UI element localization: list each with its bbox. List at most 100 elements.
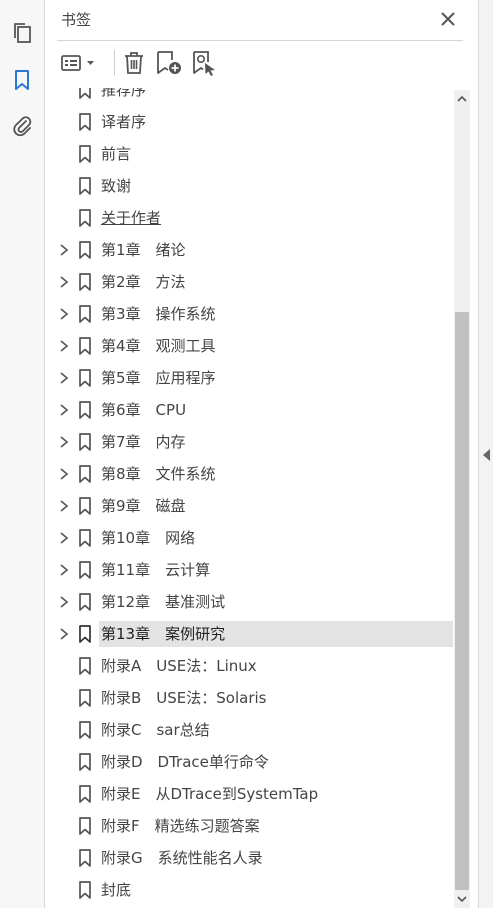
bookmark-row[interactable]: 附录A USE法：Linux	[45, 652, 454, 680]
bookmark-list: 推荐序译者序前言致谢关于作者第1章 绪论 第2章 方法第3章 操作系统 第4章 观测…	[45, 88, 454, 908]
bookmark-icon	[15, 70, 29, 90]
bookmark-row[interactable]: 第4章 观测工具	[45, 332, 454, 360]
attachments-button[interactable]	[8, 112, 36, 140]
bookmark-row[interactable]: 封底	[45, 876, 454, 904]
vertical-scrollbar[interactable]	[454, 90, 470, 908]
bookmark-label: 前言	[101, 145, 132, 163]
find-bookmark-icon	[193, 51, 215, 76]
bookmark-label: 第3章 操作系统	[101, 305, 216, 323]
bookmarks-panel: 书签 推荐序 译者序 前言 致谢 关于作者 第1章 绪论 第2章 方法 第3章 …	[45, 0, 478, 908]
header-divider	[57, 40, 463, 41]
bookmark-label: 译者序	[101, 113, 147, 131]
panel-splitter[interactable]	[478, 0, 493, 908]
chevron-right-icon[interactable]	[57, 339, 71, 353]
bookmark-row[interactable]: 第6章 CPU	[45, 396, 454, 424]
bookmark-row[interactable]: 第8章 文件系统	[45, 460, 454, 488]
bookmark-icon	[79, 177, 91, 195]
bookmark-icon	[79, 305, 91, 323]
bookmark-icon	[79, 401, 91, 419]
bookmark-icon	[79, 209, 91, 227]
options-menu-icon	[61, 55, 94, 71]
bookmark-label: 附录F 精选练习题答案	[101, 817, 260, 835]
bookmark-row[interactable]: 第1章 绪论	[45, 236, 454, 264]
bookmark-label: 第12章 基准测试	[101, 593, 226, 611]
bookmark-label: 第10章 网络	[101, 529, 196, 547]
left-rail	[0, 0, 45, 908]
chevron-right-icon[interactable]	[57, 403, 71, 417]
chevron-right-icon[interactable]	[57, 563, 71, 577]
bookmark-row[interactable]: 附录D DTrace单行命令	[45, 748, 454, 776]
options-menu-button[interactable]	[59, 50, 99, 76]
bookmark-label: 第9章 磁盘	[101, 497, 186, 515]
bookmark-icon	[79, 241, 91, 259]
collapse-panel-icon[interactable]	[482, 448, 491, 462]
chevron-right-icon[interactable]	[57, 595, 71, 609]
bookmark-row[interactable]: 第3章 操作系统	[45, 300, 454, 328]
chevron-right-icon[interactable]	[57, 531, 71, 545]
bookmark-label: 第4章 观测工具	[101, 337, 216, 355]
chevron-right-icon[interactable]	[57, 243, 71, 257]
chevron-right-icon[interactable]	[57, 307, 71, 321]
bookmark-label: 第5章 应用程序	[101, 369, 216, 387]
bookmark-icon	[79, 625, 91, 643]
scroll-down-button[interactable]	[454, 890, 470, 908]
find-bookmark-button[interactable]	[190, 50, 220, 76]
bookmark-row[interactable]: 前言	[45, 140, 454, 168]
bookmark-row[interactable]: 致谢	[45, 172, 454, 200]
bookmark-icon	[79, 369, 91, 387]
chevron-right-icon[interactable]	[57, 499, 71, 513]
bookmark-icon	[79, 881, 91, 899]
chevron-right-icon[interactable]	[57, 435, 71, 449]
bookmark-toolbar	[57, 44, 463, 82]
close-panel-button[interactable]	[438, 9, 458, 29]
bookmark-icon	[79, 497, 91, 515]
bookmark-row[interactable]: 附录F 精选练习题答案	[45, 812, 454, 840]
bookmark-row[interactable]: 推荐序	[45, 88, 454, 104]
bookmark-row[interactable]: 第5章 应用程序	[45, 364, 454, 392]
bookmark-row[interactable]: 第7章 内存	[45, 428, 454, 456]
attachment-icon	[13, 116, 32, 137]
bookmark-row[interactable]: 第11章 云计算	[45, 556, 454, 584]
bookmark-row[interactable]: 第12章 基准测试	[45, 588, 454, 616]
delete-bookmark-button[interactable]	[121, 50, 147, 76]
chevron-right-icon[interactable]	[57, 371, 71, 385]
new-bookmark-icon	[157, 51, 181, 74]
bookmark-icon	[79, 689, 91, 707]
pages-button[interactable]	[8, 19, 36, 47]
bookmark-icon	[79, 529, 91, 547]
bookmark-row[interactable]: 附录C sar总结	[45, 716, 454, 744]
bookmark-icon	[79, 785, 91, 803]
bookmark-label: 附录A USE法：Linux	[101, 657, 257, 675]
scroll-up-button[interactable]	[454, 90, 470, 108]
scrollbar-thumb[interactable]	[455, 312, 469, 890]
bookmark-label: 附录C sar总结	[101, 721, 210, 739]
new-bookmark-button[interactable]	[154, 50, 184, 76]
bookmark-icon	[79, 465, 91, 483]
bookmark-label: 推荐序	[101, 88, 147, 99]
bookmark-label: 第11章 云计算	[101, 561, 211, 579]
bookmark-icon	[79, 593, 91, 611]
bookmark-row[interactable]: 译者序	[45, 108, 454, 136]
bookmark-label: 第6章 CPU	[101, 401, 187, 419]
bookmark-row[interactable]: 第13章 案例研究	[45, 620, 454, 648]
bookmark-row[interactable]: 附录B USE法：Solaris	[45, 684, 454, 712]
bookmark-icon	[79, 561, 91, 579]
bookmark-row[interactable]: 第2章 方法	[45, 268, 454, 296]
bookmark-label: 附录D DTrace单行命令	[101, 753, 269, 771]
bookmark-icon	[79, 88, 91, 99]
chevron-right-icon[interactable]	[57, 627, 71, 641]
chevron-right-icon[interactable]	[57, 275, 71, 289]
bookmark-row[interactable]: 关于作者	[45, 204, 454, 232]
bookmark-label: 第13章 案例研究	[101, 625, 226, 643]
bookmark-icon	[79, 721, 91, 739]
bookmark-row[interactable]: 附录G 系统性能名人录	[45, 844, 454, 872]
bookmark-icon	[79, 657, 91, 675]
bookmark-row[interactable]: 附录E 从DTrace到SystemTap	[45, 780, 454, 808]
bookmark-row[interactable]: 第9章 磁盘	[45, 492, 454, 520]
bookmark-label: 关于作者	[101, 209, 162, 227]
bookmark-row[interactable]: 第10章 网络	[45, 524, 454, 552]
chevron-right-icon[interactable]	[57, 467, 71, 481]
bookmarks-button[interactable]	[8, 66, 36, 94]
bookmark-icon	[79, 753, 91, 771]
bookmark-label: 第7章 内存	[101, 433, 186, 451]
